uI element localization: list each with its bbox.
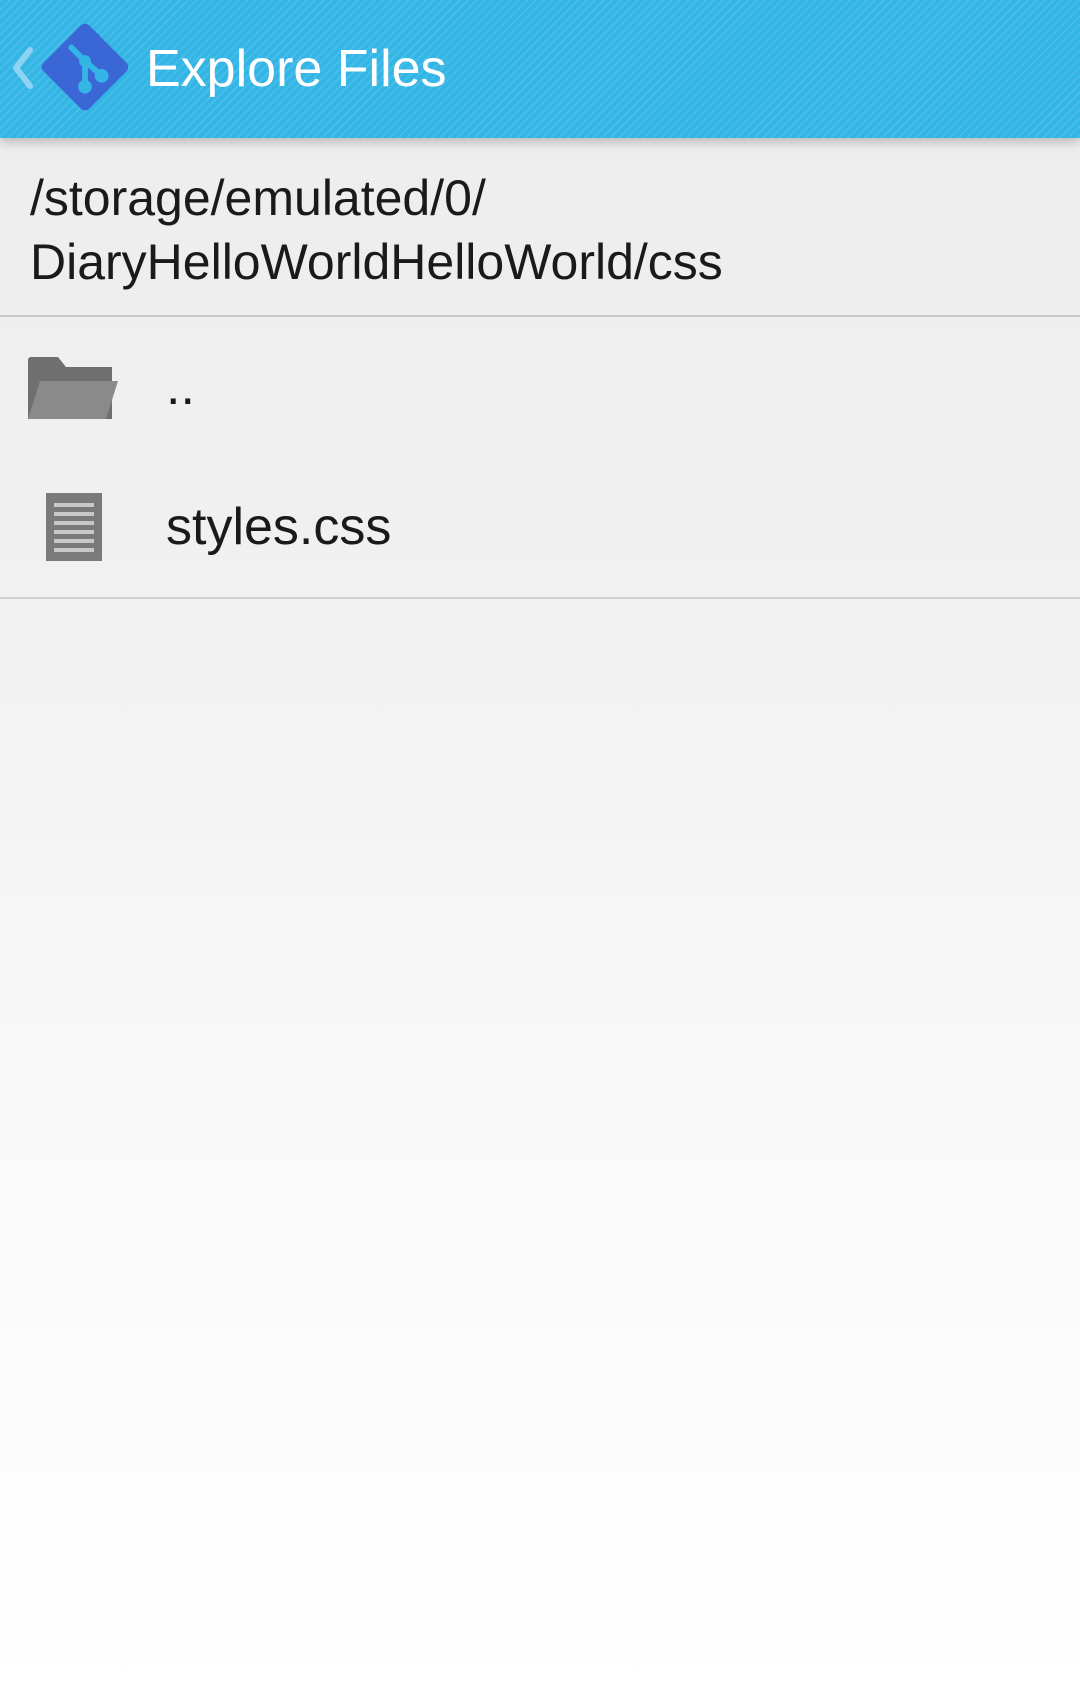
- current-path: /storage/emulated/0/ DiaryHelloWorldHell…: [0, 138, 1080, 317]
- file-icon: [46, 493, 102, 561]
- list-item-parent-directory[interactable]: ..: [0, 317, 1080, 457]
- app-bar: Explore Files: [0, 0, 1080, 138]
- list-item-label: ..: [166, 358, 195, 416]
- app-title: Explore Files: [146, 40, 447, 98]
- git-logo-icon: [41, 23, 129, 111]
- list-item-label: styles.css: [166, 498, 392, 556]
- up-button[interactable]: [0, 0, 140, 138]
- list-item-styles-css[interactable]: styles.css: [0, 457, 1080, 597]
- folder-icon: [28, 357, 118, 419]
- chevron-left-icon: [13, 47, 33, 89]
- file-list: .. styles.css: [0, 317, 1080, 599]
- list-divider: [0, 597, 1080, 599]
- current-path-line-1: /storage/emulated/0/: [30, 170, 486, 226]
- current-path-line-2: DiaryHelloWorldHelloWorld/css: [30, 234, 723, 290]
